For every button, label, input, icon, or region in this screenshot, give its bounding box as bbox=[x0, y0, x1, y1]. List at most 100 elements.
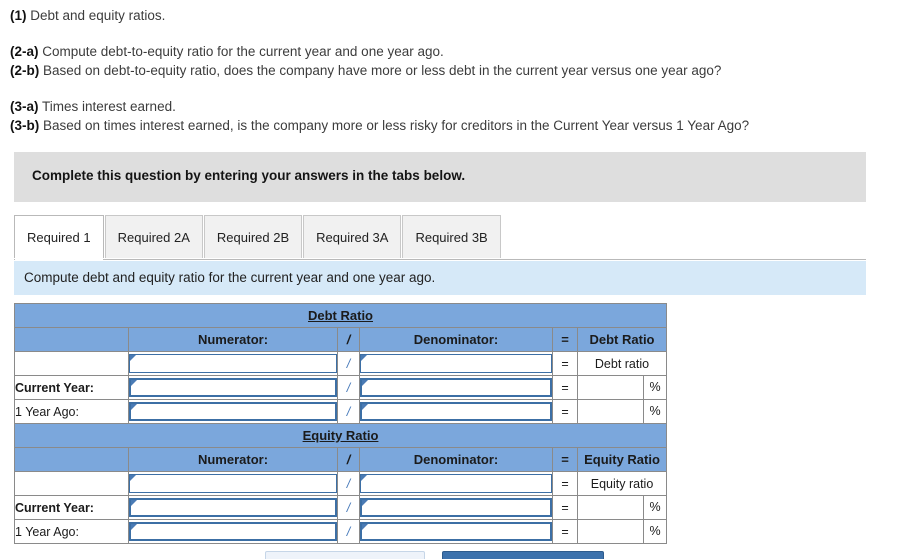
question-body: Based on debt-to-equity ratio, does the … bbox=[39, 63, 722, 78]
numerator-input[interactable] bbox=[129, 354, 337, 373]
slash-separator: / bbox=[337, 351, 360, 376]
result-wrap: % bbox=[578, 520, 666, 543]
slash-separator: / bbox=[337, 471, 360, 496]
question-body: Times interest earned. bbox=[38, 99, 176, 114]
table-row: Current Year: / = % bbox=[14, 495, 667, 520]
tab-label: Required 1 bbox=[27, 229, 91, 245]
tab-label: Required 3B bbox=[415, 229, 488, 245]
numerator-input[interactable] bbox=[129, 522, 337, 541]
tab-required-3b[interactable]: Required 3B bbox=[402, 215, 501, 258]
table-section-title-row: Equity Ratio bbox=[14, 423, 667, 448]
equals-separator: = bbox=[552, 375, 578, 400]
numerator-input-cell[interactable] bbox=[128, 495, 338, 520]
denominator-input[interactable] bbox=[360, 498, 552, 517]
numerator-input-cell[interactable] bbox=[128, 351, 338, 376]
percent-sign: % bbox=[649, 380, 661, 394]
tab-label: Required 3A bbox=[316, 229, 389, 245]
result-wrap: % bbox=[578, 496, 666, 519]
percent-sign: % bbox=[649, 404, 661, 418]
tab-required-2b[interactable]: Required 2B bbox=[203, 215, 303, 258]
header-blank bbox=[14, 327, 129, 352]
question-tag: (3-b) bbox=[10, 118, 40, 133]
table-row: Current Year: / = % bbox=[14, 375, 667, 400]
numerator-input-cell[interactable] bbox=[128, 519, 338, 544]
tab-required-3a[interactable]: Required 3A bbox=[303, 215, 402, 258]
row-label bbox=[14, 471, 129, 496]
denominator-input-cell[interactable] bbox=[359, 351, 553, 376]
numerator-input-cell[interactable] bbox=[128, 375, 338, 400]
numerator-input-cell[interactable] bbox=[128, 399, 338, 424]
denominator-input-cell[interactable] bbox=[359, 399, 553, 424]
tab-required-2a[interactable]: Required 2A bbox=[104, 215, 203, 258]
table-row: 1 Year Ago: / = % bbox=[14, 519, 667, 544]
tab-label: Required 2B bbox=[216, 229, 290, 245]
header-numerator: Numerator: bbox=[128, 447, 338, 472]
result-cell: % bbox=[577, 375, 667, 400]
header-numerator: Numerator: bbox=[128, 327, 338, 352]
table-section-title-row: Debt Ratio bbox=[14, 303, 667, 328]
question-spacer bbox=[10, 80, 901, 97]
result-caption: Equity ratio bbox=[577, 471, 667, 496]
percent-sign: % bbox=[649, 500, 661, 514]
header-result-equity-ratio: Equity Ratio bbox=[577, 447, 667, 472]
header-equals: = bbox=[552, 327, 578, 352]
equals-separator: = bbox=[552, 399, 578, 424]
slash-separator: / bbox=[337, 519, 360, 544]
result-caption: Debt ratio bbox=[577, 351, 667, 376]
question-tag: (2-b) bbox=[10, 63, 40, 78]
tab-panel-subtitle-bar: Compute debt and equity ratio for the cu… bbox=[14, 261, 866, 295]
denominator-input-cell[interactable] bbox=[359, 471, 553, 496]
equals-separator: = bbox=[552, 351, 578, 376]
numerator-input[interactable] bbox=[129, 474, 337, 493]
question-line: (3-b) Based on times interest earned, is… bbox=[10, 116, 901, 135]
numerator-input[interactable] bbox=[129, 498, 337, 517]
footer-button-row bbox=[0, 551, 901, 559]
denominator-input-cell[interactable] bbox=[359, 375, 553, 400]
next-button[interactable] bbox=[442, 551, 604, 559]
denominator-input[interactable] bbox=[360, 354, 552, 373]
tab-strip-baseline bbox=[14, 259, 866, 260]
denominator-input[interactable] bbox=[360, 522, 552, 541]
equals-separator: = bbox=[552, 495, 578, 520]
previous-button[interactable] bbox=[265, 551, 425, 559]
question-tag: (2-a) bbox=[10, 44, 39, 59]
numerator-input[interactable] bbox=[129, 402, 337, 421]
question-line: (2-b) Based on debt-to-equity ratio, doe… bbox=[10, 61, 901, 80]
denominator-input[interactable] bbox=[360, 378, 552, 397]
result-value bbox=[578, 496, 644, 519]
slash-separator: / bbox=[337, 399, 360, 424]
row-label-one-year-ago: 1 Year Ago: bbox=[14, 399, 129, 424]
ratio-worksheet-table: Debt Ratio Numerator: / Denominator: = D… bbox=[14, 303, 667, 544]
denominator-input-cell[interactable] bbox=[359, 519, 553, 544]
slash-separator: / bbox=[337, 495, 360, 520]
denominator-input[interactable] bbox=[360, 402, 552, 421]
row-label-current-year: Current Year: bbox=[14, 495, 129, 520]
denominator-input[interactable] bbox=[360, 474, 552, 493]
instruction-panel-text: Complete this question by entering your … bbox=[32, 168, 466, 183]
numerator-input[interactable] bbox=[129, 378, 337, 397]
question-line: (3-a) Times interest earned. bbox=[10, 97, 901, 116]
result-value bbox=[578, 376, 644, 399]
result-cell: % bbox=[577, 519, 667, 544]
table-row: 1 Year Ago: / = % bbox=[14, 399, 667, 424]
question-line: (1) Debt and equity ratios. bbox=[10, 6, 901, 25]
question-line: (2-a) Compute debt-to-equity ratio for t… bbox=[10, 42, 901, 61]
question-tag: (3-a) bbox=[10, 99, 39, 114]
tab-label: Required 2A bbox=[117, 229, 190, 245]
tab-required-1[interactable]: Required 1 bbox=[14, 215, 104, 258]
row-label bbox=[14, 351, 129, 376]
header-equals: = bbox=[552, 447, 578, 472]
equals-separator: = bbox=[552, 471, 578, 496]
header-denominator: Denominator: bbox=[359, 447, 553, 472]
question-tag: (1) bbox=[10, 8, 27, 23]
header-blank bbox=[14, 447, 129, 472]
row-label-current-year: Current Year: bbox=[14, 375, 129, 400]
numerator-input-cell[interactable] bbox=[128, 471, 338, 496]
header-slash: / bbox=[337, 447, 360, 472]
result-cell: % bbox=[577, 495, 667, 520]
denominator-input-cell[interactable] bbox=[359, 495, 553, 520]
result-value bbox=[578, 400, 644, 423]
result-cell: % bbox=[577, 399, 667, 424]
active-tab-mask bbox=[15, 259, 103, 260]
tab-strip: Required 1 Required 2A Required 2B Requi… bbox=[14, 215, 866, 260]
